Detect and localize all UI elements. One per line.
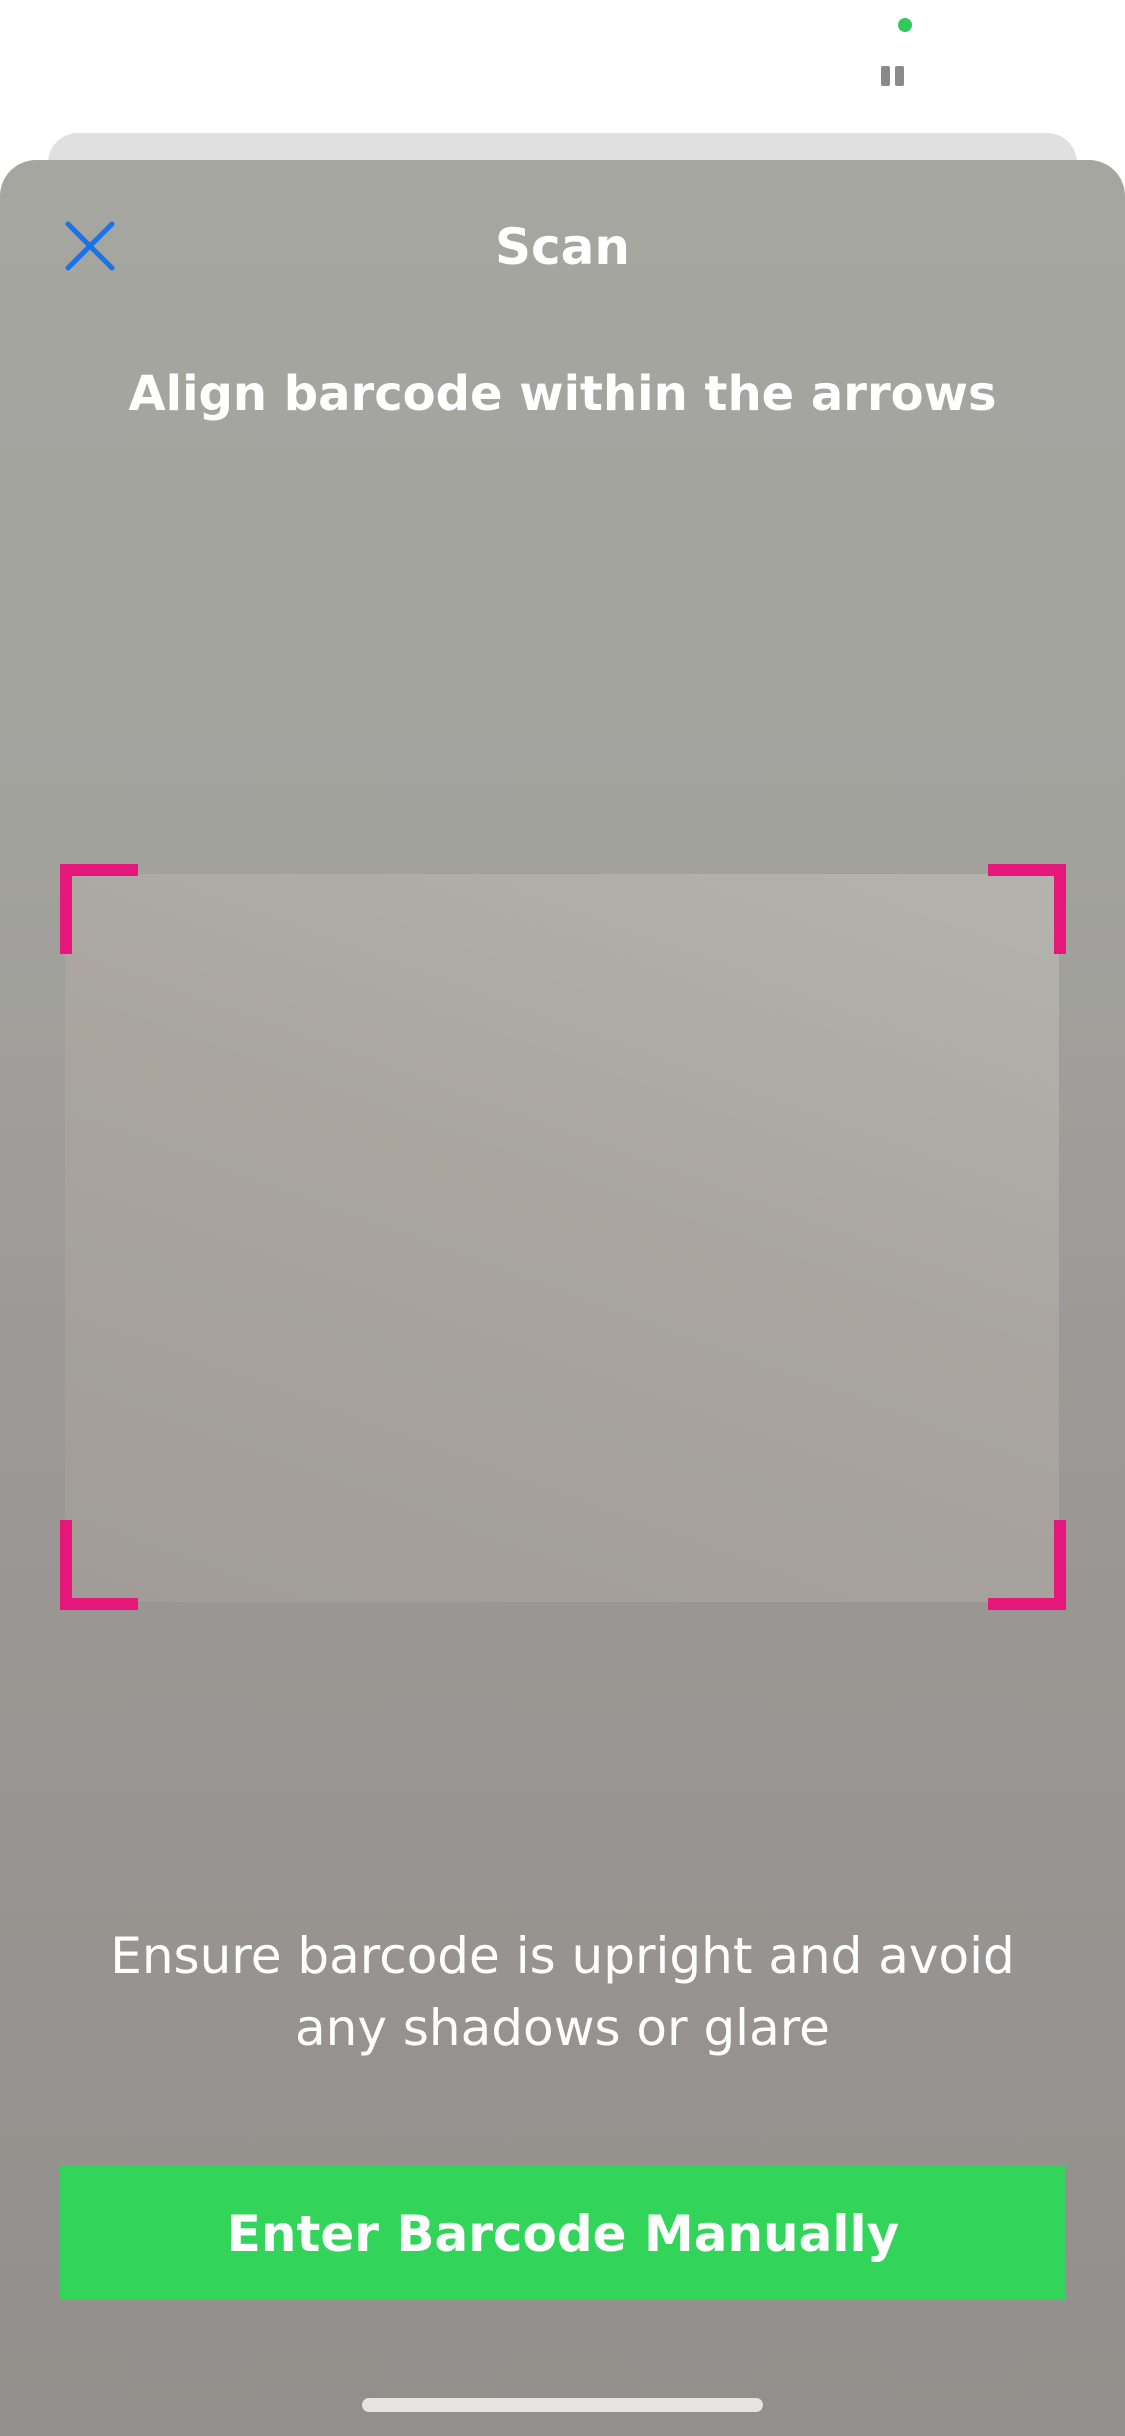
scan-instruction: Align barcode within the arrows <box>128 366 997 422</box>
pause-icon <box>881 66 905 86</box>
corner-marker-bottom-left <box>60 1520 138 1610</box>
camera-indicator <box>898 18 912 32</box>
corner-marker-top-right <box>988 864 1066 954</box>
status-bar <box>0 0 1125 130</box>
page-title: Scan <box>495 218 630 276</box>
scan-hint: Ensure barcode is upright and avoid any … <box>110 1927 1015 2057</box>
barcode-viewfinder <box>60 864 1066 1610</box>
home-indicator[interactable] <box>362 2398 763 2412</box>
corner-marker-bottom-right <box>988 1520 1066 1610</box>
scan-sheet: Scan Align barcode within the arrows Ens… <box>0 160 1125 2436</box>
enter-barcode-manually-button[interactable]: Enter Barcode Manually <box>60 2166 1066 2300</box>
corner-marker-top-left <box>60 864 138 954</box>
camera-feed <box>65 874 1059 1602</box>
